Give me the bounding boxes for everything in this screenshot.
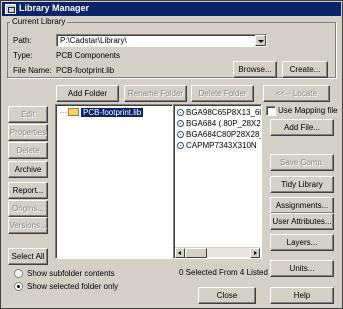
origins-button[interactable]: Origins...: [8, 200, 48, 217]
scroll-left-icon[interactable]: [175, 248, 185, 258]
file-name-label: File Name:: [13, 66, 52, 75]
create-button[interactable]: Create...: [282, 61, 328, 78]
tree-expander-icon[interactable]: ⋯: [59, 108, 68, 117]
component-icon: [177, 142, 184, 149]
archive-button[interactable]: Archive: [8, 161, 48, 178]
show-subfolder-label: Show subfolder contents: [27, 269, 115, 278]
list-item-label: BGA98C65P8X13_600: [186, 108, 262, 117]
show-selected-folder-label: Show selected folder only: [27, 282, 119, 291]
rename-folder-button[interactable]: Rename Folder: [124, 85, 187, 102]
library-manager-window: Library Manager Current Library Path: P:…: [0, 0, 343, 309]
delete-folder-button[interactable]: Delete Folder: [191, 85, 254, 102]
help-button[interactable]: Help: [270, 287, 334, 304]
locate-button[interactable]: <<-- Locate: [263, 85, 330, 102]
save-comp-button[interactable]: Save Comp.: [270, 154, 334, 171]
use-mapping-label: Use Mapping file: [278, 106, 338, 115]
folder-tree-panel[interactable]: ⋯ PCB-footprint.lib: [55, 104, 173, 259]
horizontal-scrollbar[interactable]: [175, 247, 260, 258]
parts-list: BGA98C65P8X13_600 BGA684 (.80P_28X28_2 B…: [176, 107, 261, 151]
report-button[interactable]: Report...: [8, 182, 48, 199]
list-item-label: CAPMP7343X310N: [186, 141, 257, 150]
folder-icon: [68, 108, 79, 116]
tree-item-label: PCB-footprint.lib: [81, 108, 144, 117]
component-icon: [177, 120, 184, 127]
show-selected-folder-radio[interactable]: [14, 282, 23, 291]
library-manager-app-icon: [5, 4, 16, 14]
list-item[interactable]: BGA684C80P28X28_2: [176, 129, 261, 140]
component-icon: [177, 109, 184, 116]
list-item[interactable]: BGA98C65P8X13_600: [176, 107, 261, 118]
select-all-button[interactable]: Select All: [8, 248, 48, 265]
browse-button[interactable]: Browse...: [233, 61, 277, 78]
scrollbar-thumb[interactable]: [185, 248, 207, 258]
tree-item[interactable]: ⋯ PCB-footprint.lib: [59, 108, 144, 117]
layers-button[interactable]: Layers...: [270, 234, 334, 251]
list-item[interactable]: BGA684 (.80P_28X28_2: [176, 118, 261, 129]
title-bar[interactable]: Library Manager: [2, 2, 341, 16]
list-item-label: BGA684 (.80P_28X28_2: [186, 119, 261, 128]
user-attributes-button[interactable]: User Attributes...: [270, 213, 334, 230]
chevron-down-icon[interactable]: [255, 35, 266, 46]
list-item[interactable]: CAPMP7343X310N: [176, 140, 261, 151]
parts-list-panel[interactable]: BGA98C65P8X13_600 BGA684 (.80P_28X28_2 B…: [173, 104, 262, 259]
assignments-button[interactable]: Assignments...: [270, 197, 334, 214]
type-label: Type:: [13, 51, 33, 60]
tidy-library-button[interactable]: Tidy Library: [270, 176, 334, 193]
show-subfolder-radio[interactable]: [14, 269, 23, 278]
type-value: PCB Components: [56, 51, 121, 60]
close-button[interactable]: Close: [198, 287, 256, 304]
selection-status: 0 Selected From 4 Listed: [179, 268, 268, 277]
file-name-value: PCB-footprint.lib: [56, 66, 115, 75]
current-library-group-label: Current Library: [10, 17, 68, 26]
add-file-button[interactable]: Add File...: [270, 119, 334, 136]
path-combo[interactable]: P:\Cadstar\Library\: [56, 34, 267, 47]
scroll-right-icon[interactable]: [250, 248, 260, 258]
delete-button[interactable]: Delete: [8, 142, 48, 159]
path-value: P:\Cadstar\Library\: [60, 36, 127, 45]
properties-button[interactable]: Properties: [8, 124, 48, 141]
units-button[interactable]: Units...: [270, 260, 334, 277]
versions-button[interactable]: Versions...: [8, 217, 48, 234]
use-mapping-checkbox[interactable]: [266, 106, 276, 116]
list-item-label: BGA684C80P28X28_2: [186, 130, 262, 139]
edit-button[interactable]: Edit: [8, 106, 48, 123]
component-icon: [177, 131, 184, 138]
add-folder-button[interactable]: Add Folder: [56, 85, 119, 102]
window-title: Library Manager: [19, 3, 90, 13]
path-label: Path:: [13, 36, 32, 45]
